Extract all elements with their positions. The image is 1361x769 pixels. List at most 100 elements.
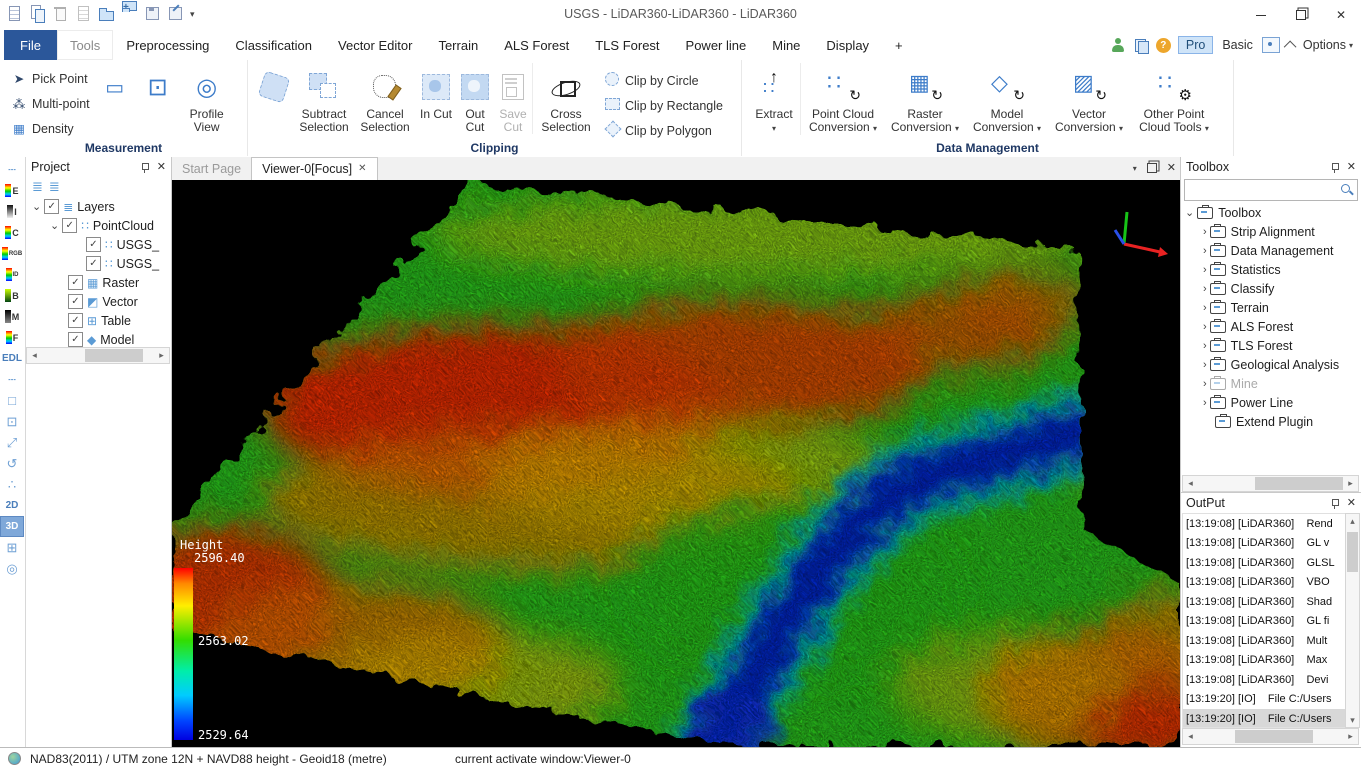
out-cut-button[interactable]: Out Cut (456, 63, 494, 134)
cube-select-icon[interactable]: ⊡ (0, 411, 24, 432)
profile-view-button[interactable]: ◎ Profile View (180, 63, 234, 134)
layer-checkbox[interactable]: ✓ (68, 275, 83, 290)
view-3d-button[interactable]: 3D (0, 516, 24, 537)
toolbox-tree-item[interactable]: › Geological Analysis (1181, 355, 1361, 374)
output-horizontal-scrollbar[interactable]: ◂ ▸ (1182, 728, 1359, 745)
tab-list-dropdown-icon[interactable]: ▾ (1133, 164, 1137, 173)
log-row[interactable]: [13:19:08] [LiDAR360] GL v (1183, 534, 1345, 554)
point-cloud-conversion-button[interactable]: ∷↻ Point Cloud Conversion ▾ (800, 63, 885, 135)
cancel-selection-button[interactable]: Cancel Selection (354, 63, 416, 134)
ribbon-tab[interactable]: Terrain (425, 30, 491, 60)
chevron-icon[interactable]: › (1203, 378, 1207, 390)
chevron-icon[interactable]: › (1203, 359, 1207, 371)
scroll-left-icon[interactable]: ◂ (27, 348, 42, 363)
chevron-icon[interactable]: › (1203, 226, 1207, 238)
polygon-selection-button[interactable] (254, 63, 294, 108)
toolbox-tree-item[interactable]: › Mine (1181, 374, 1361, 393)
scroll-left-icon[interactable]: ◂ (1183, 729, 1198, 744)
new-folder-icon[interactable] (121, 5, 138, 23)
subtract-selection-button[interactable]: Subtract Selection (294, 63, 354, 134)
display-by-rgb-icon[interactable]: RGB (0, 243, 24, 264)
chevron-icon[interactable]: › (1203, 245, 1207, 257)
display-blend-icon[interactable]: B (0, 285, 24, 306)
ribbon-tab[interactable]: + (882, 30, 916, 60)
scroll-left-icon[interactable]: ◂ (1183, 476, 1198, 491)
layer-checkbox[interactable]: ✓ (62, 218, 77, 233)
license-icon[interactable] (1133, 37, 1149, 53)
layer-checkbox[interactable]: ✓ (86, 256, 101, 271)
pin-icon[interactable] (140, 162, 150, 173)
ruler-measure-button[interactable]: ▭ (94, 63, 136, 108)
log-row[interactable]: [13:19:08] [LiDAR360] Shad (1183, 592, 1345, 612)
other-point-cloud-tools-button[interactable]: ∷⚙ Other Point Cloud Tools ▾ (1129, 63, 1219, 135)
pin-icon[interactable] (1330, 498, 1340, 509)
extract-button[interactable]: ∷ ↑ Extract▾ (748, 63, 800, 135)
chevron-icon[interactable]: ⌄ (32, 200, 41, 213)
layer-checkbox[interactable]: ✓ (44, 199, 59, 214)
point-axis-icon[interactable]: ∴ (0, 474, 24, 495)
ribbon-tab[interactable]: Classification (222, 30, 325, 60)
add-data-icon[interactable]: ≣ (32, 179, 43, 195)
toolbox-tree-item[interactable]: › Data Management (1181, 241, 1361, 260)
ribbon-tab[interactable]: Tools (57, 30, 113, 60)
close-button[interactable]: ✕ (1321, 0, 1361, 30)
save-icon[interactable] (144, 5, 161, 23)
float-viewer-icon[interactable] (1147, 163, 1157, 173)
scroll-down-icon[interactable]: ▾ (1346, 713, 1359, 727)
chevron-icon[interactable]: › (1203, 340, 1207, 352)
close-icon[interactable]: ✕ (1347, 498, 1356, 509)
scroll-right-icon[interactable]: ▸ (154, 348, 169, 363)
selection-dots-icon[interactable]: ┄ (0, 159, 24, 180)
log-row[interactable]: [13:19:08] [LiDAR360] Rend (1183, 514, 1345, 534)
display-by-id-icon[interactable]: ID (0, 264, 24, 285)
scroll-up-icon[interactable]: ▴ (1346, 514, 1359, 528)
raster-conversion-button[interactable]: ▦↻ Raster Conversion ▾ (885, 63, 965, 135)
delete-icon[interactable] (52, 5, 69, 23)
scrollbar-thumb[interactable] (1255, 477, 1343, 490)
in-cut-button[interactable]: In Cut (416, 63, 456, 121)
display-by-class-icon[interactable]: C (0, 222, 24, 243)
toolbox-horizontal-scrollbar[interactable]: ◂ ▸ (1182, 475, 1359, 492)
edl-toggle[interactable]: EDL (0, 348, 24, 369)
chevron-icon[interactable]: › (1203, 397, 1207, 409)
display-by-elevation-icon[interactable]: E (0, 180, 24, 201)
save-cut-button[interactable]: Save Cut (494, 63, 532, 134)
collapse-ribbon-icon[interactable] (1284, 40, 1297, 53)
user-account-icon[interactable] (1110, 37, 1126, 53)
log-row[interactable]: [13:19:20] [IO] File C:/Users (1183, 709, 1345, 728)
layer-checkbox[interactable]: ✓ (68, 294, 83, 309)
scroll-right-icon[interactable]: ▸ (1343, 476, 1358, 491)
chevron-icon[interactable]: › (1203, 264, 1207, 276)
toolbox-tree-item[interactable]: › Strip Alignment (1181, 222, 1361, 241)
open-folder-icon[interactable] (98, 5, 115, 23)
cube-view-icon[interactable]: □ (0, 390, 24, 411)
pin-icon[interactable] (1330, 162, 1340, 173)
ribbon-tab[interactable]: Display (813, 30, 882, 60)
close-icon[interactable]: ✕ (1347, 162, 1356, 173)
toolbox-tree-item[interactable]: Extend Plugin (1181, 412, 1361, 431)
help-icon[interactable]: ? (1156, 38, 1171, 53)
viewer-tab-close-icon[interactable]: ✕ (358, 164, 366, 174)
chevron-icon[interactable]: › (1203, 283, 1207, 295)
layer-checkbox[interactable]: ✓ (86, 237, 101, 252)
display-by-intensity-icon[interactable]: I (0, 201, 24, 222)
toolbox-search-input[interactable] (1185, 181, 1340, 199)
layer-checkbox[interactable]: ✓ (68, 313, 83, 328)
log-row[interactable]: [13:19:08] [LiDAR360] Devi (1183, 670, 1345, 690)
clip-by-polygon-button[interactable]: Clip by Polygon (599, 118, 727, 143)
multi-point-button[interactable]: ⁂ Multi-point (6, 91, 94, 116)
project-tree-item[interactable]: ✓ ◩ Vector (26, 292, 171, 311)
pick-point-button[interactable]: ➤ Pick Point (6, 66, 94, 91)
orbit-icon[interactable]: ↺ (0, 453, 24, 474)
log-row[interactable]: [13:19:08] [LiDAR360] VBO (1183, 573, 1345, 593)
project-tree-item[interactable]: ✓ ∷ USGS_ (26, 235, 171, 254)
chevron-icon[interactable]: › (1203, 302, 1207, 314)
scrollbar-thumb[interactable] (85, 349, 143, 362)
ribbon-tab[interactable]: TLS Forest (582, 30, 672, 60)
toolbox-tree-item[interactable]: › Classify (1181, 279, 1361, 298)
chevron-icon[interactable]: ⌄ (50, 219, 59, 232)
toolbox-tree-item[interactable]: ⌄ Toolbox (1181, 203, 1361, 222)
ribbon-tab[interactable]: Preprocessing (113, 30, 222, 60)
project-tree-item[interactable]: ⌄ ✓ ≣ Layers (26, 197, 171, 216)
model-conversion-button[interactable]: ◇↻ Model Conversion ▾ (965, 63, 1049, 135)
